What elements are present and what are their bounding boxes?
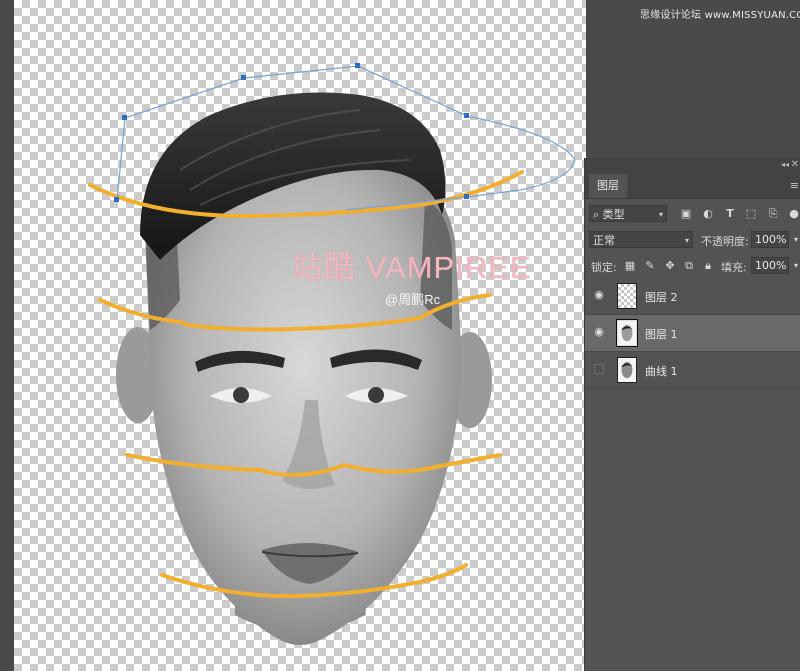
blend-mode-value: 正常 xyxy=(593,234,615,247)
lock-artboard-icon[interactable]: ⧉ xyxy=(682,259,696,273)
panel-topbar: ◂◂ ✕ xyxy=(585,158,800,174)
filter-kind-select[interactable]: ⌕ 类型 ▾ xyxy=(589,205,667,222)
blend-row: 正常 ▾ 不透明度: 100% ▾ xyxy=(585,227,800,253)
lock-transparency-icon[interactable]: ▦ xyxy=(623,259,637,273)
watermark-author: @周鹏Rc xyxy=(385,292,441,307)
close-icon[interactable]: ✕ xyxy=(791,159,799,170)
visibility-off-box[interactable] xyxy=(594,364,604,374)
chevron-down-icon[interactable]: ▾ xyxy=(789,233,800,247)
filter-kind-value: 类型 xyxy=(602,208,625,221)
eye-icon[interactable]: ◉ xyxy=(592,325,606,339)
layer-thumbnail xyxy=(616,319,638,347)
shape-filter-icon[interactable]: ⬚ xyxy=(744,207,758,221)
filter-toggle-icon[interactable]: ● xyxy=(787,207,800,221)
opacity-input[interactable]: 100% xyxy=(751,231,789,248)
tab-layers[interactable]: 图层 xyxy=(589,174,627,198)
layer-list: ◉ 图层 2 ◉ 图层 1 曲线 1 xyxy=(585,278,800,389)
lock-all-icon[interactable]: 🔒︎ xyxy=(701,259,715,273)
double-chevron-right-icon[interactable]: ◂◂ xyxy=(781,160,789,169)
lock-label: 锁定: xyxy=(591,261,617,274)
chevron-down-icon: ▾ xyxy=(658,210,663,219)
fill-input[interactable]: 100% xyxy=(751,257,789,274)
adjustment-filter-icon[interactable]: ◐ xyxy=(701,207,715,221)
layer-row-selected[interactable]: ◉ 图层 1 xyxy=(585,315,800,352)
chevron-down-icon: ▾ xyxy=(684,236,689,245)
filter-row: ⌕ 类型 ▾ ▣ ◐ T ⬚ ⎘ ● xyxy=(585,199,800,227)
opacity-label: 不透明度: xyxy=(701,235,749,248)
text-filter-icon[interactable]: T xyxy=(723,207,737,221)
chevron-down-icon[interactable]: ▾ xyxy=(789,259,800,273)
layer-name: 图层 2 xyxy=(645,291,678,304)
layer-thumbnail xyxy=(617,357,637,383)
watermark-title: 站酷 VAMPIREE xyxy=(292,250,532,285)
layer-row[interactable]: 曲线 1 xyxy=(585,352,800,389)
fill-label: 填充: xyxy=(721,261,747,274)
layer-name: 曲线 1 xyxy=(645,365,678,378)
lock-pixels-brush-icon[interactable]: ✎ xyxy=(643,259,657,273)
layer-row[interactable]: ◉ 图层 2 xyxy=(585,278,800,315)
smartobject-filter-icon[interactable]: ⎘ xyxy=(766,207,780,221)
blend-mode-select[interactable]: 正常 ▾ xyxy=(589,231,693,248)
search-icon: ⌕ xyxy=(593,208,600,221)
layer-name: 图层 1 xyxy=(645,328,678,341)
eye-icon[interactable]: ◉ xyxy=(592,288,606,302)
image-filter-icon[interactable]: ▣ xyxy=(679,207,693,221)
layers-panel: ◂◂ ✕ 图层 ≡ ⌕ 类型 ▾ ▣ ◐ T ⬚ ⎘ ● 正常 ▾ 不透明度: … xyxy=(584,158,800,671)
hamburger-menu-icon[interactable]: ≡ xyxy=(790,179,799,192)
lock-position-move-icon[interactable]: ✥ xyxy=(663,259,677,273)
panel-tab-row: 图层 ≡ xyxy=(585,174,800,199)
lock-row: 锁定: ▦ ✎ ✥ ⧉ 🔒︎ 填充: 100% ▾ xyxy=(585,253,800,279)
site-watermark: 思缘设计论坛 www.MISSYUAN.COM xyxy=(640,10,800,21)
layer-thumbnail xyxy=(617,283,637,309)
